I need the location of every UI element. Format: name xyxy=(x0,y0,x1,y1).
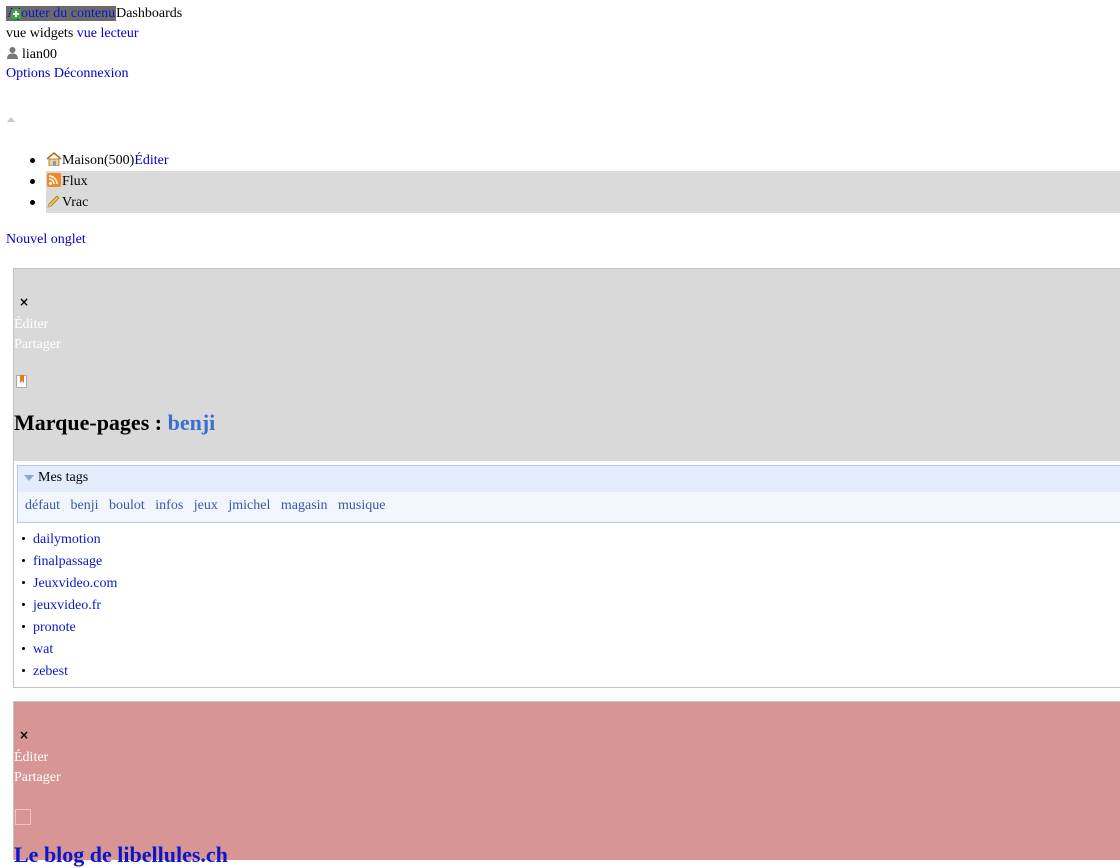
rss-icon xyxy=(47,173,61,187)
bullet xyxy=(30,179,35,184)
account-links: Options Déconnexion xyxy=(6,66,129,82)
tab-maison-label: Maison xyxy=(62,153,104,168)
tag-link[interactable]: défaut xyxy=(25,498,60,513)
bullet xyxy=(30,200,35,205)
widget-share-link[interactable]: Partager xyxy=(14,770,61,786)
tags-panel: Mes tags défaut benji boulot infos jeux … xyxy=(17,465,1120,523)
tags-panel-title: Mes tags xyxy=(38,470,89,485)
list-item: Jeuxvideo.com xyxy=(21,573,117,595)
tag-cloud: défaut benji boulot infos jeux jmichel m… xyxy=(25,498,392,514)
list-item: zebest xyxy=(21,661,117,683)
chevron-down-icon[interactable] xyxy=(24,475,34,481)
bookmark-link[interactable]: wat xyxy=(33,642,53,657)
bookmark-link[interactable]: zebest xyxy=(33,664,68,679)
user-icon xyxy=(7,47,18,59)
widget-title-prefix: Marque-pages : xyxy=(14,410,168,435)
close-icon[interactable]: × xyxy=(19,295,29,309)
tab-edit-link[interactable]: Éditer xyxy=(134,153,168,168)
close-icon[interactable]: × xyxy=(19,728,29,742)
widget-title: Marque-pages : benji xyxy=(14,410,215,436)
username: lian00 xyxy=(22,47,57,62)
tag-link[interactable]: benji xyxy=(70,498,98,513)
tab-maison[interactable]: Maison(500)Éditer xyxy=(30,150,1120,171)
tab-vrac-label: Vrac xyxy=(62,195,89,210)
tab-flux[interactable]: Flux xyxy=(30,171,1120,192)
blog-widget: × Éditer Partager Le blog de libellules.… xyxy=(13,701,1120,867)
tab-maison-count: (500) xyxy=(104,153,135,168)
widget-title-owner[interactable]: benji xyxy=(168,410,216,435)
tag-link[interactable]: jmichel xyxy=(228,498,270,513)
bookmark-icon xyxy=(16,375,27,388)
user-info: lian00 xyxy=(6,46,57,63)
bullet xyxy=(22,669,25,672)
tag-link[interactable]: musique xyxy=(338,498,385,513)
view-reader-link[interactable]: vue lecteur xyxy=(77,26,139,41)
logout-link[interactable]: Déconnexion xyxy=(54,66,129,81)
dashboards-label: Dashboards xyxy=(116,6,183,21)
bookmark-link[interactable]: finalpassage xyxy=(33,554,102,569)
tag-link[interactable]: infos xyxy=(155,498,183,513)
widget-edit-link[interactable]: Éditer xyxy=(14,750,48,766)
bullet xyxy=(22,603,25,606)
new-tab-link[interactable]: Nouvel onglet xyxy=(6,232,86,248)
add-content-link[interactable]: Ajouter du contenu xyxy=(6,6,117,21)
view-switcher: vue widgets vue lecteur xyxy=(6,26,139,42)
add-content-label: Ajouter du contenu xyxy=(7,6,116,21)
tag-link[interactable]: boulot xyxy=(109,498,145,513)
list-item: jeuxvideo.fr xyxy=(21,595,117,617)
list-item: wat xyxy=(21,639,117,661)
widget-edit-link[interactable]: Éditer xyxy=(14,317,48,333)
bookmark-link[interactable]: Jeuxvideo.com xyxy=(33,576,117,591)
widget-share-link[interactable]: Partager xyxy=(14,337,61,353)
bookmarks-widget: × Éditer Partager Marque-pages : benji M… xyxy=(13,268,1120,688)
options-link[interactable]: Options xyxy=(6,66,50,81)
collapse-icon[interactable] xyxy=(7,117,15,122)
bullet xyxy=(22,581,25,584)
bullet xyxy=(22,537,25,540)
bookmark-link[interactable]: jeuxvideo.fr xyxy=(33,598,101,613)
tab-flux-label: Flux xyxy=(62,174,88,189)
view-widgets-label: vue widgets xyxy=(6,26,74,41)
list-item: pronote xyxy=(21,617,117,639)
bookmark-link[interactable]: dailymotion xyxy=(33,532,101,547)
tag-link[interactable]: magasin xyxy=(281,498,328,513)
tab-list: Maison(500)Éditer Flux Vrac xyxy=(0,150,1120,213)
plus-icon xyxy=(11,9,21,19)
widget-header: × Éditer Partager Marque-pages : benji xyxy=(14,269,1120,461)
bookmark-list: dailymotion finalpassage Jeuxvideo.com j… xyxy=(21,529,117,683)
pencil-icon xyxy=(47,195,60,208)
widget-title: Le blog de libellules.ch xyxy=(14,842,228,868)
bullet xyxy=(22,625,25,628)
list-item: finalpassage xyxy=(21,551,117,573)
tab-vrac[interactable]: Vrac xyxy=(30,192,1120,213)
bullet xyxy=(22,647,25,650)
list-item: dailymotion xyxy=(21,529,117,551)
bullet xyxy=(22,559,25,562)
bookmark-link[interactable]: pronote xyxy=(33,620,76,635)
house-icon xyxy=(46,152,62,166)
tag-link[interactable]: jeux xyxy=(194,498,218,513)
blog-title-link[interactable]: Le blog de libellules.ch xyxy=(14,842,228,867)
top-links: Ajouter du contenuDashboards xyxy=(6,6,182,22)
widget-checkbox[interactable] xyxy=(15,809,31,825)
bullet xyxy=(30,158,35,163)
tags-panel-header[interactable]: Mes tags xyxy=(18,466,1120,492)
